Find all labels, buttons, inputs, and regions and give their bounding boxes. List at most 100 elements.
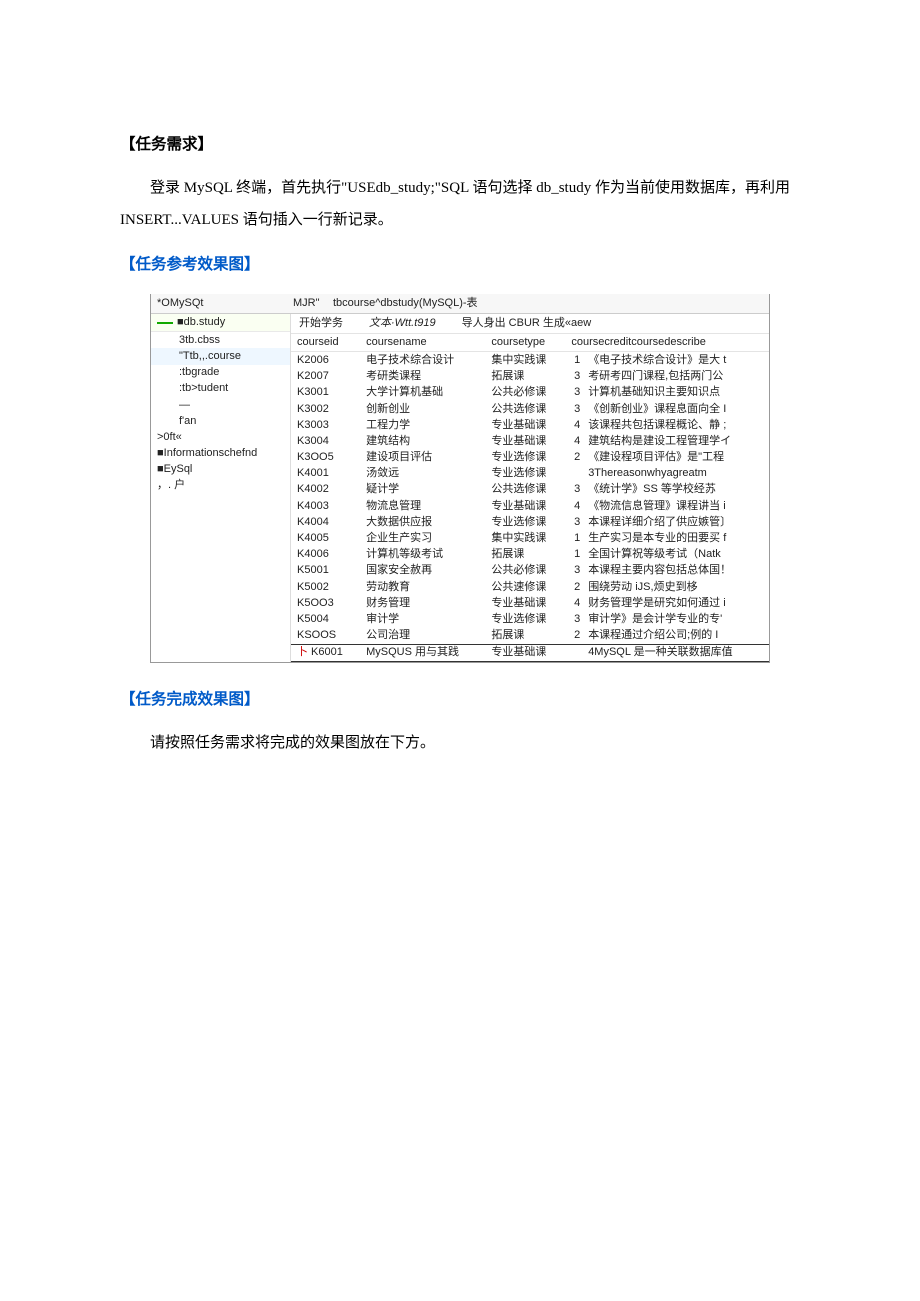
table-row[interactable]: K3003工程力学专业基础课4该课程共包括课程概论、静 ; (291, 417, 769, 433)
toolbar-item[interactable]: 开始学务 (299, 317, 343, 330)
cell-id: K4002 (291, 482, 360, 498)
sidebar-item[interactable]: f'an (151, 413, 290, 429)
cell-id: K4006 (291, 547, 360, 563)
sidebar-item[interactable]: :tb>tudent (151, 381, 290, 397)
sidebar-item[interactable]: "Ttb,,.course (151, 348, 290, 364)
cell-desc: 本课程通过介绍公司;例的 I (582, 628, 769, 645)
sidebar-item[interactable]: ■Informationschefnd (151, 446, 290, 462)
sidebar-item[interactable]: :tbgrade (151, 365, 290, 381)
cell-type: 拓展课 (485, 547, 565, 563)
toolbar-item[interactable]: 文本·Wtt.t919 (369, 317, 436, 330)
text: 语句选择 (472, 180, 536, 196)
cell-id: K3001 (291, 385, 360, 401)
cell-credit: 1 (565, 531, 582, 547)
cell-type: 公共速修课 (485, 579, 565, 595)
table-row[interactable]: K4005企业生产实习集中实践课1生产实习是本专业的田要买 f (291, 531, 769, 547)
col-coursecredit[interactable]: coursecredit (571, 336, 631, 348)
table-row[interactable]: K2007考研类课程拓展课3考研考四门课程,包括两门公 (291, 369, 769, 385)
db-node[interactable]: ■db.study (151, 314, 290, 332)
cell-credit: 2 (565, 450, 582, 466)
cell-credit: 3 (565, 482, 582, 498)
table-row-new[interactable]: 卜 K6001MySQUS 用与其践专业基础课4MySQL 是一种关联数据库值 (291, 644, 769, 661)
cell-id: K4005 (291, 531, 360, 547)
table-row[interactable]: K2006电子技术综合设计集中实践课1《电子技术综合设计》是大 t (291, 352, 769, 369)
cell-desc: 《建设程项目评估》是"工程 (582, 450, 769, 466)
sidebar-item[interactable]: ，. 户 (151, 478, 290, 494)
text: 登录 (150, 180, 184, 196)
cell-type: 专业选修课 (485, 611, 565, 627)
table-row[interactable]: K4002疑计学公共选修课3《统计学》SS 等学校经苏 (291, 482, 769, 498)
cell-desc: 《统计学》SS 等学校经苏 (582, 482, 769, 498)
cell-type: 专业基础课 (485, 417, 565, 433)
cell-credit: 4 (565, 433, 582, 449)
toolbar-item[interactable]: 导人身出 CBUR 生成«aew (462, 317, 592, 330)
cell-name: 公司治理 (360, 628, 485, 645)
cell-credit: 3 (565, 514, 582, 530)
cell-name: 工程力学 (360, 417, 485, 433)
sidebar-item[interactable]: — (151, 397, 290, 413)
cell-desc: 本课程主要内容包括总体国！ (582, 563, 769, 579)
col-coursedescribe[interactable]: coursedescribe (631, 336, 706, 348)
content-toolbar: 开始学务 文本·Wtt.t919 导人身出 CBUR 生成«aew (291, 314, 769, 334)
cell-type: 专业基础课 (485, 433, 565, 449)
text: "USEdb_study;"SQL (341, 180, 472, 196)
completed-body: 请按照任务需求将完成的效果图放在下方。 (120, 728, 800, 760)
col-courseid[interactable]: courseid (291, 334, 360, 352)
app-header-mid: MJR" (291, 294, 327, 313)
cell-type: 集中实践课 (485, 352, 565, 369)
text: 终端，首先执行 (236, 180, 341, 196)
cell-name: 国家安全赦再 (360, 563, 485, 579)
app-title: *OMySQt (151, 294, 291, 313)
cell-name: MySQUS 用与其践 (360, 644, 485, 661)
cell-credit: 3 (565, 369, 582, 385)
cell-type: 公共必修课 (485, 385, 565, 401)
cell-name: 计算机等级考试 (360, 547, 485, 563)
db-sidebar: ■db.study 3tb.cbss "Ttb,,.course :tbgrad… (151, 314, 291, 662)
cell-name: 大数据供应报 (360, 514, 485, 530)
table-row[interactable]: K5OO3财务管理专业基础课4财务管理学是研究如何通过 i (291, 595, 769, 611)
cell-name: 企业生产实习 (360, 531, 485, 547)
cell-type: 专业基础课 (485, 595, 565, 611)
table-row[interactable]: K5002劳动教育公共速修课2围绕劳动 iJS,烦史到栘 (291, 579, 769, 595)
table-row[interactable]: K4006计算机等级考试拓展课1全国计算祝等级考试（Natk (291, 547, 769, 563)
app-header: *OMySQt MJR" tbcourse^dbstudy(MySQL)-表 (151, 294, 769, 314)
table-row[interactable]: K4003物流息管理专业基础课4《物流信息管理》课程讲当 i (291, 498, 769, 514)
cell-desc: 考研考四门课程,包括两门公 (582, 369, 769, 385)
cell-credit: 2 (565, 579, 582, 595)
cell-type: 公共必修课 (485, 563, 565, 579)
col-coursetype[interactable]: coursetype (485, 334, 565, 352)
sidebar-item[interactable]: 3tb.cbss (151, 332, 290, 348)
table-row[interactable]: K3OO5建设项目评估专业选修课2《建设程项目评估》是"工程 (291, 450, 769, 466)
table-row[interactable]: K3001大学计算机基础公共必修课3计算机基础知识主要知识点 (291, 385, 769, 401)
cell-id: K2007 (291, 369, 360, 385)
cell-type: 专业基础课 (485, 644, 565, 661)
sidebar-item[interactable]: ■EySql (151, 462, 290, 478)
table-row[interactable]: K4001汤敛远专业选修课3Thereasonwhyagreatm (291, 466, 769, 482)
table-content: 开始学务 文本·Wtt.t919 导人身出 CBUR 生成«aew course… (291, 314, 769, 662)
table-row[interactable]: K5001国家安全赦再公共必修课3本课程主要内容包括总体国！ (291, 563, 769, 579)
cell-desc: 《创新创业》课程息面向全 I (582, 401, 769, 417)
cell-id: K5004 (291, 611, 360, 627)
cell-name: 大学计算机基础 (360, 385, 485, 401)
table-row[interactable]: K5004审计学专业选修课3审计学》是会计学专业的专' (291, 611, 769, 627)
app-tab-title: tbcourse^dbstudy(MySQL)-表 (327, 294, 769, 313)
cell-desc: 4MySQL 是一种关联数据库值 (582, 644, 769, 661)
cell-type: 专业选修课 (485, 514, 565, 530)
col-coursename[interactable]: coursename (360, 334, 485, 352)
table-row[interactable]: KSOOS公司治理拓展课2本课程通过介绍公司;例的 I (291, 628, 769, 645)
cell-type: 拓展课 (485, 628, 565, 645)
table-header-row: courseid coursename coursetype coursecre… (291, 334, 769, 352)
connection-on-icon (157, 322, 173, 324)
table-row[interactable]: K3002创新创业公共选修课3《创新创业》课程息面向全 I (291, 401, 769, 417)
db-label: ■db.study (177, 316, 225, 329)
sidebar-item[interactable]: >0ft« (151, 429, 290, 445)
cell-id: K2006 (291, 352, 360, 369)
cell-type: 专业基础课 (485, 498, 565, 514)
text: INSERT...VALUES (120, 212, 243, 228)
table-row[interactable]: K3004建筑结构专业基础课4建筑结构是建设工程管理学イ (291, 433, 769, 449)
table-row[interactable]: K4004大数据供应报专业选修课3本课程详细介绍了供应嫉管〕 (291, 514, 769, 530)
cell-credit: 4 (565, 417, 582, 433)
cell-name: 财务管理 (360, 595, 485, 611)
cell-credit: 4 (565, 498, 582, 514)
cell-name: 汤敛远 (360, 466, 485, 482)
